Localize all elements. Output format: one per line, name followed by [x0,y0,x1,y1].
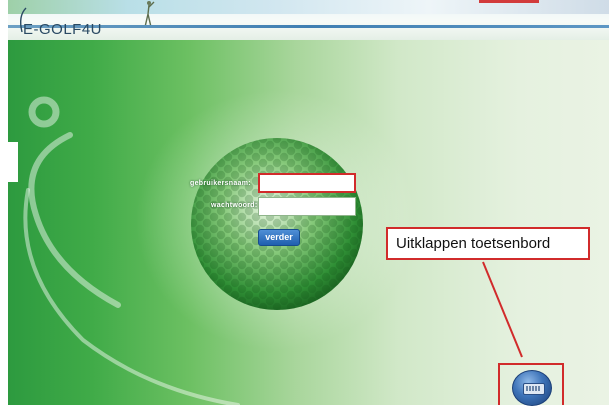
keyboard-callout: Uitklappen toetsenbord [386,227,590,260]
keyboard-icon [523,383,545,395]
keyboard-toggle-button[interactable] [512,370,552,406]
callout-pointer-line [482,261,523,358]
